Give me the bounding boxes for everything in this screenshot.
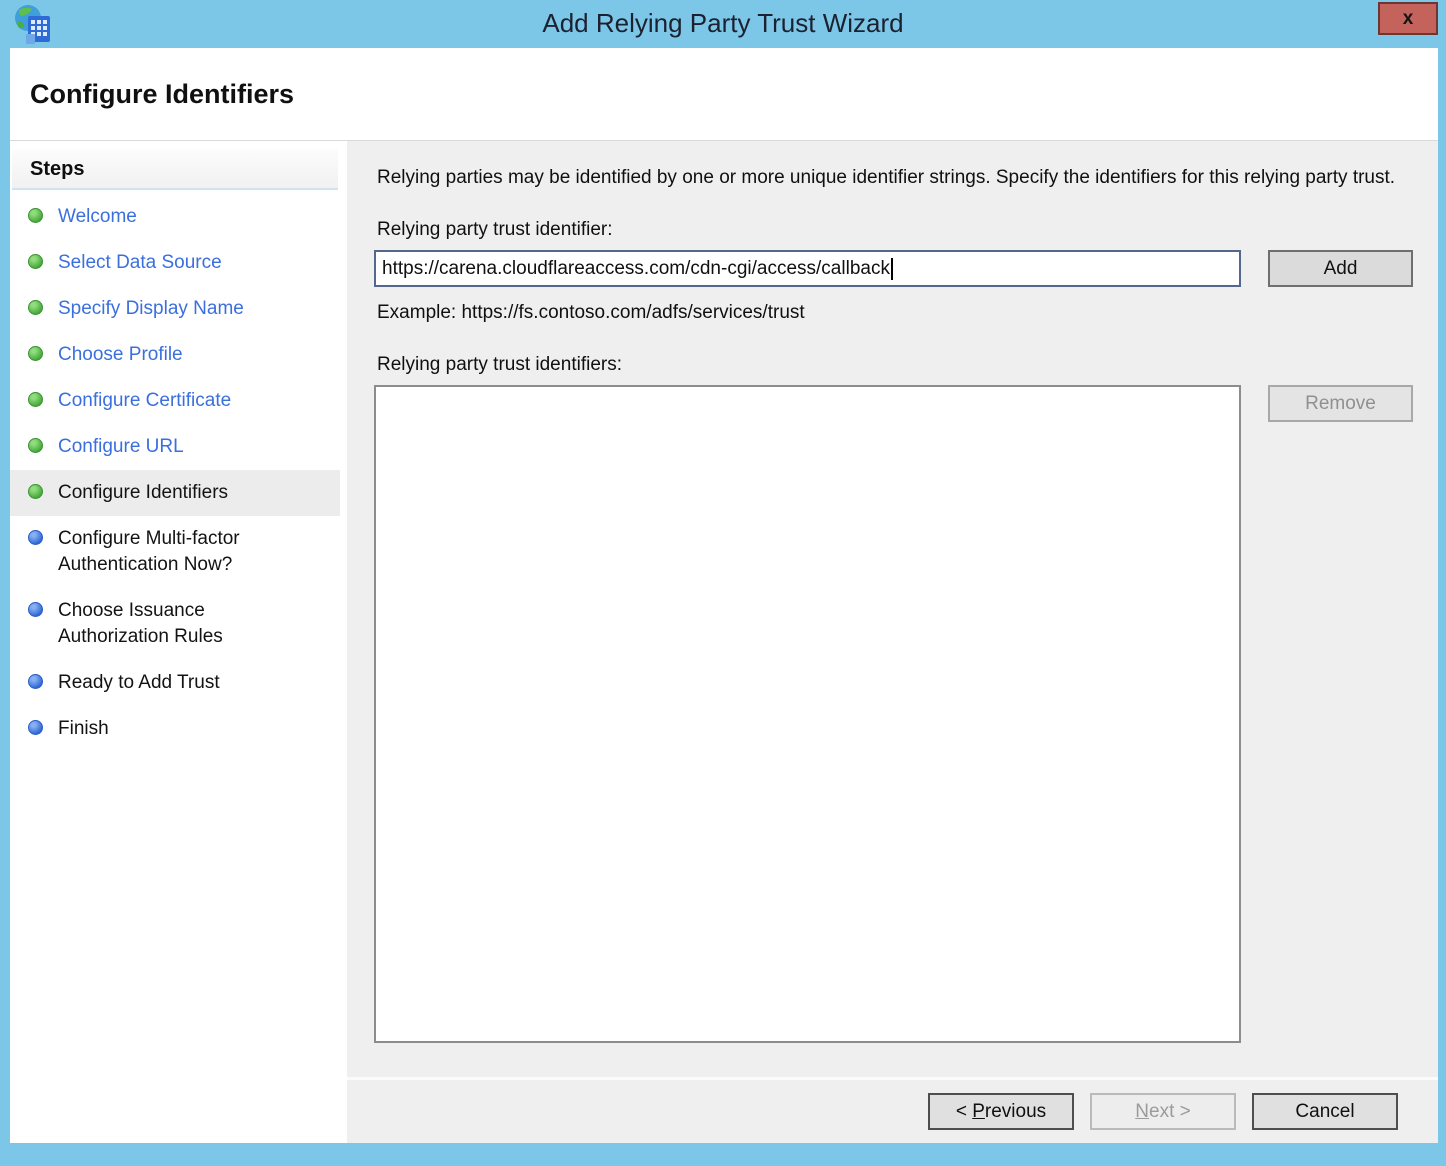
sidebar-item: Configure Identifiers xyxy=(10,470,340,516)
step-bullet-icon xyxy=(28,602,43,617)
previous-button[interactable]: < Previous xyxy=(928,1093,1074,1130)
intro-text: Relying parties may be identified by one… xyxy=(377,164,1412,192)
step-label: Select Data Source xyxy=(58,250,222,276)
step-label: Configure URL xyxy=(58,434,184,460)
identifier-input-value: https://carena.cloudflareaccess.com/cdn-… xyxy=(382,258,890,280)
content-pane: Relying parties may be identified by one… xyxy=(347,141,1438,1143)
page-title: Configure Identifiers xyxy=(30,79,294,110)
steps-sidebar: Steps Welcome Select Data Source Specify D… xyxy=(10,141,340,1143)
step-bullet-icon xyxy=(28,392,43,407)
sidebar-item[interactable]: Configure URL xyxy=(10,424,340,470)
identifiers-list-label: Relying party trust identifiers: xyxy=(377,354,1413,376)
page-header: Configure Identifiers xyxy=(10,48,1438,141)
step-bullet-icon xyxy=(28,720,43,735)
title-bar: Add Relying Party Trust Wizard x xyxy=(0,0,1446,48)
sidebar-item[interactable]: Specify Display Name xyxy=(10,286,340,332)
step-bullet-icon xyxy=(28,300,43,315)
sidebar-item[interactable]: Configure Certificate xyxy=(10,378,340,424)
step-label: Specify Display Name xyxy=(58,296,244,322)
step-bullet-icon xyxy=(28,674,43,689)
step-label: Configure Certificate xyxy=(58,388,231,414)
step-label: Configure Multi-factor Authentication No… xyxy=(58,526,296,578)
step-bullet-icon xyxy=(28,346,43,361)
step-label: Ready to Add Trust xyxy=(58,670,220,696)
remove-button[interactable]: Remove xyxy=(1268,385,1413,422)
sidebar-item: Finish xyxy=(10,706,340,752)
next-button[interactable]: Next > xyxy=(1090,1093,1236,1130)
identifiers-listbox[interactable] xyxy=(374,385,1241,1043)
step-label: Welcome xyxy=(58,204,137,230)
window-title: Add Relying Party Trust Wizard xyxy=(0,8,1446,39)
step-bullet-icon xyxy=(28,484,43,499)
sidebar-item: Configure Multi-factor Authentication No… xyxy=(10,516,340,588)
step-bullet-icon xyxy=(28,438,43,453)
identifier-field-label: Relying party trust identifier: xyxy=(377,219,1413,241)
step-bullet-icon xyxy=(28,208,43,223)
identifier-input[interactable]: https://carena.cloudflareaccess.com/cdn-… xyxy=(374,250,1241,287)
step-bullet-icon xyxy=(28,254,43,269)
text-caret xyxy=(891,258,893,280)
footer-button-bar: < Previous Next > Cancel xyxy=(347,1077,1438,1143)
sidebar-item: Choose Issuance Authorization Rules xyxy=(10,588,340,660)
sidebar-item: Ready to Add Trust xyxy=(10,660,340,706)
pane-divider xyxy=(340,141,347,1143)
steps-list: Welcome Select Data Source Specify Display… xyxy=(10,194,340,752)
step-label: Configure Identifiers xyxy=(58,480,228,506)
step-label: Choose Profile xyxy=(58,342,183,368)
step-bullet-icon xyxy=(28,530,43,545)
example-text: Example: https://fs.contoso.com/adfs/ser… xyxy=(377,302,1413,324)
sidebar-item[interactable]: Select Data Source xyxy=(10,240,340,286)
add-button[interactable]: Add xyxy=(1268,250,1413,287)
sidebar-item[interactable]: Welcome xyxy=(10,194,340,240)
wizard-body: Configure Identifiers Steps Welcome Selec… xyxy=(10,48,1438,1143)
cancel-button[interactable]: Cancel xyxy=(1252,1093,1398,1130)
close-button[interactable]: x xyxy=(1378,2,1438,35)
step-label: Choose Issuance Authorization Rules xyxy=(58,598,296,650)
sidebar-item[interactable]: Choose Profile xyxy=(10,332,340,378)
steps-heading: Steps xyxy=(12,149,338,190)
step-label: Finish xyxy=(58,716,109,742)
